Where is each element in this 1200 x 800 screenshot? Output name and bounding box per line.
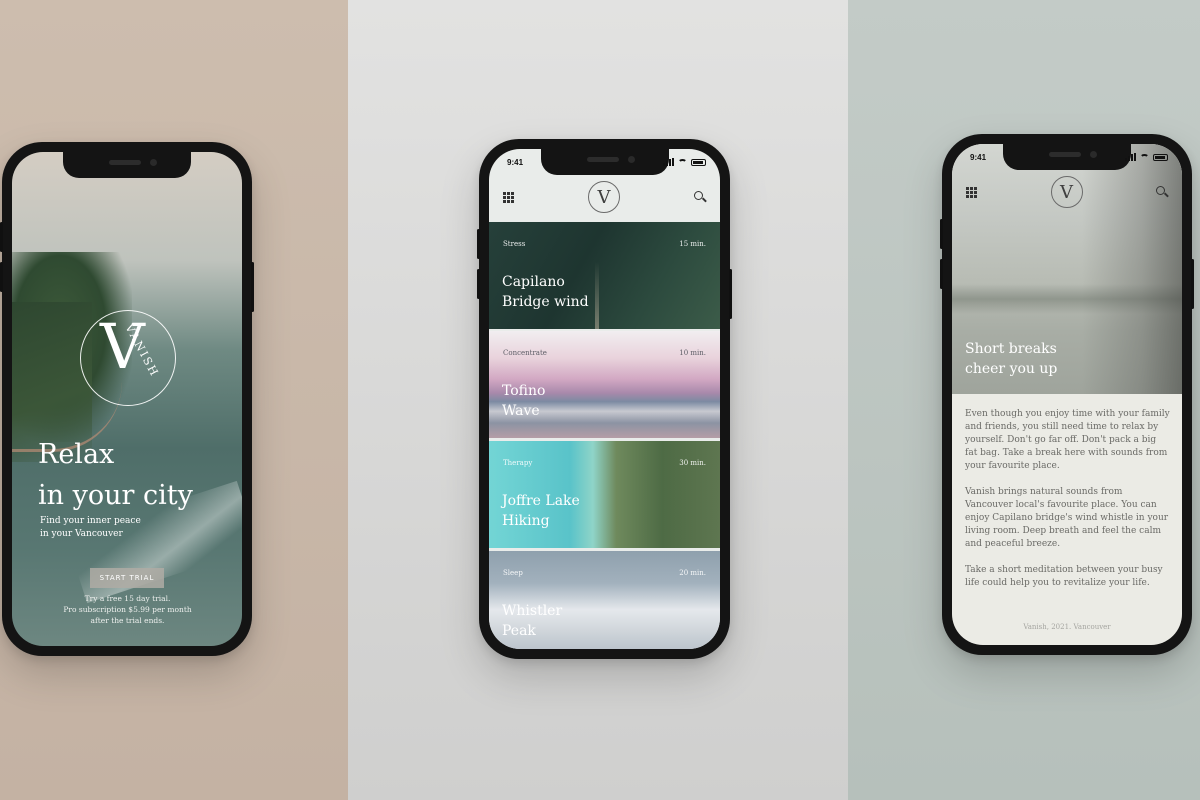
card-category: Stress [503, 240, 526, 248]
brand-logo-mark: V [1060, 181, 1073, 203]
welcome-title-line: Relax [38, 439, 115, 470]
card-title: Capilano Bridge wind [502, 272, 642, 312]
app-bar: V [952, 168, 1182, 216]
card-category: Concentrate [503, 349, 547, 357]
status-icons [663, 158, 706, 166]
status-bar: 9:41 [507, 155, 706, 169]
app-bar: V [489, 173, 720, 221]
card-category: Sleep [503, 569, 523, 577]
volume-button [940, 259, 943, 289]
hero-title-line: Short breaks [965, 341, 1057, 357]
trial-info: Try a free 15 day trial. Pro subscriptio… [40, 593, 215, 626]
status-icons [1125, 153, 1168, 161]
session-card[interactable]: Concentrate 10 min. Tofino Wave [489, 331, 720, 438]
volume-button [477, 229, 480, 259]
card-title: Tofino Wave [502, 381, 642, 421]
phone-detail: 9:41 V Short breaks cheer you up Even th… [940, 134, 1194, 655]
power-button [1191, 259, 1194, 309]
wifi-icon [678, 158, 687, 166]
volume-button [0, 262, 3, 292]
card-title-line: Bridge wind [502, 294, 589, 310]
volume-button [0, 222, 3, 252]
hero-title: Short breaks cheer you up [965, 339, 1057, 379]
card-title: Whistler Peak [502, 601, 642, 641]
battery-icon [1153, 153, 1168, 161]
welcome-subtitle-line: in your Vancouver [40, 529, 123, 539]
power-button [251, 262, 254, 312]
battery-icon [691, 158, 706, 166]
card-title-line: Hiking [502, 513, 550, 529]
brand-logo[interactable]: V [588, 181, 620, 213]
session-card[interactable]: Sleep 20 min. Whistler Peak [489, 551, 720, 649]
start-trial-button[interactable]: START TRIAL [90, 568, 164, 588]
card-duration: 20 min. [679, 569, 706, 577]
welcome-screen: V VANISH Relax in your city Find your in… [12, 152, 242, 646]
body-paragraph: Vanish brings natural sounds from Vancou… [965, 487, 1169, 549]
welcome-title-line: in your city [38, 480, 193, 511]
welcome-subtitle-line: Find your inner peace [40, 516, 141, 526]
card-title: Joffre Lake Hiking [502, 491, 642, 531]
session-card[interactable]: Stress 15 min. Capilano Bridge wind [489, 222, 720, 329]
menu-grid-icon[interactable] [966, 186, 977, 198]
card-duration: 15 min. [679, 240, 706, 248]
welcome-title: Relax in your city [38, 434, 193, 516]
status-time: 9:41 [970, 152, 987, 162]
detail-body: Even though you enjoy time with your fam… [965, 408, 1170, 603]
brand-logo[interactable]: V [1050, 176, 1083, 208]
wifi-icon [1140, 153, 1149, 161]
power-button [729, 269, 732, 319]
card-title-line: Peak [502, 623, 536, 639]
trial-info-line: Pro subscription $5.99 per month [63, 605, 192, 614]
card-title-line: Capilano [502, 274, 565, 290]
list-screen: 9:41 V Stress 15 min. Capilano Bridge wi… [489, 149, 720, 649]
brand-logo-mark: V [597, 186, 611, 208]
detail-footer: Vanish, 2021. Vancouver [1023, 623, 1111, 631]
phone-welcome: V VANISH Relax in your city Find your in… [0, 142, 254, 656]
phone-list: 9:41 V Stress 15 min. Capilano Bridge wi… [477, 139, 732, 659]
status-time: 9:41 [507, 157, 524, 167]
volume-button [940, 219, 943, 249]
search-icon[interactable] [694, 191, 706, 203]
search-icon[interactable] [1156, 186, 1168, 198]
menu-grid-icon[interactable] [503, 191, 514, 203]
volume-button [477, 269, 480, 299]
detail-screen: 9:41 V Short breaks cheer you up Even th… [952, 144, 1182, 645]
phone-notch [63, 152, 191, 178]
session-card[interactable]: Therapy 30 min. Joffre Lake Hiking [489, 441, 720, 548]
hero-title-line: cheer you up [965, 361, 1058, 377]
card-category: Therapy [503, 459, 533, 467]
trial-info-line: after the trial ends. [90, 616, 165, 625]
signal-icon [663, 158, 674, 166]
card-title-line: Wave [502, 403, 540, 419]
body-paragraph: Take a short meditation between your bus… [965, 565, 1163, 588]
card-title-line: Tofino [502, 383, 546, 399]
card-title-line: Whistler [502, 603, 563, 619]
status-bar: 9:41 [970, 150, 1168, 164]
trial-info-line: Try a free 15 day trial. [84, 594, 171, 603]
card-title-line: Joffre Lake [502, 493, 580, 509]
body-paragraph: Even though you enjoy time with your fam… [965, 409, 1170, 471]
card-duration: 10 min. [679, 349, 706, 357]
signal-icon [1125, 153, 1136, 161]
card-duration: 30 min. [679, 459, 706, 467]
welcome-subtitle: Find your inner peace in your Vancouver [40, 515, 190, 541]
